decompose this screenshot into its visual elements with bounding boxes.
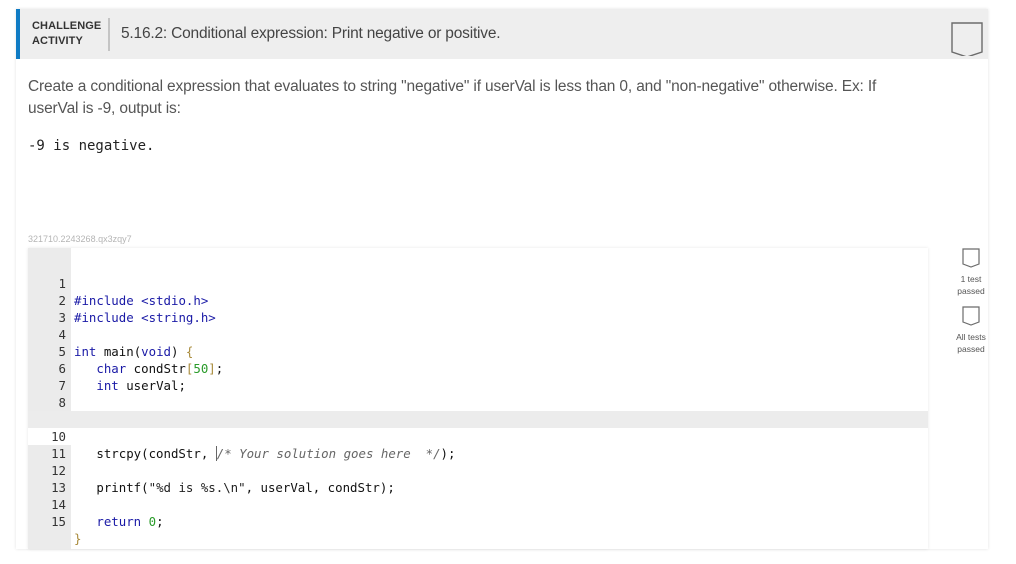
activity-type-badge: CHALLENGE ACTIVITY	[32, 19, 101, 49]
code-editor[interactable]: 1 #include <stdio.h> 2 #include <string.…	[28, 248, 928, 549]
activity-description: Create a conditional expression that eva…	[28, 78, 877, 117]
completion-chevron-icon	[951, 22, 983, 56]
code-line[interactable]: 4 int main(void) {	[28, 309, 928, 359]
code-line[interactable]: 8 scanf("%d", &userVal);	[28, 377, 928, 427]
code-line[interactable]: 3	[28, 292, 928, 325]
code-line[interactable]: 2 #include <string.h>	[28, 275, 928, 325]
code-line[interactable]: 6 int userVal;	[28, 343, 928, 393]
test-label-line-1: All tests	[956, 332, 986, 342]
badge-line-2: ACTIVITY	[32, 35, 83, 47]
example-output: -9 is negative.	[28, 138, 155, 154]
code-line[interactable]: 7	[28, 360, 928, 393]
code-token: return	[74, 514, 142, 529]
activity-header: CHALLENGE ACTIVITY 5.16.2: Conditional e…	[16, 9, 988, 59]
test-label-line-2: passed	[957, 286, 985, 296]
badge-line-1: CHALLENGE	[32, 20, 102, 32]
code-line[interactable]: 1 #include <stdio.h>	[28, 258, 928, 308]
code-line[interactable]: 11	[28, 428, 928, 461]
test-result-all-tests: All tests passed	[946, 306, 996, 355]
code-token: 0	[148, 514, 157, 529]
challenge-activity-card: CHALLENGE ACTIVITY 5.16.2: Conditional e…	[16, 9, 988, 549]
code-line-active[interactable]: 10 strcpy(condStr, /* Your solution goes…	[28, 411, 928, 461]
empty-chevron-box-icon	[962, 306, 980, 326]
test-label-line-1: 1 test	[960, 274, 982, 284]
header-divider	[108, 18, 110, 51]
activity-title: 5.16.2: Conditional expression: Print ne…	[121, 25, 501, 42]
line-number: 15	[51, 514, 66, 529]
code-line[interactable]: 14 return 0;	[28, 479, 928, 529]
code-line[interactable]: 13	[28, 462, 928, 495]
code-line[interactable]: 5 char condStr[50];	[28, 326, 928, 376]
code-line[interactable]: 12 printf("%d is %s.\n", userVal, condSt…	[28, 445, 928, 495]
test-result-one-test: 1 test passed	[946, 248, 996, 297]
code-token: ;	[156, 514, 164, 529]
code-line[interactable]: 15 }	[28, 496, 928, 546]
code-line[interactable]: 9	[28, 394, 928, 427]
problem-id: 321710.2243268.qx3zqy7	[28, 234, 132, 244]
test-label-line-2: passed	[957, 344, 985, 354]
empty-chevron-box-icon	[962, 248, 980, 268]
